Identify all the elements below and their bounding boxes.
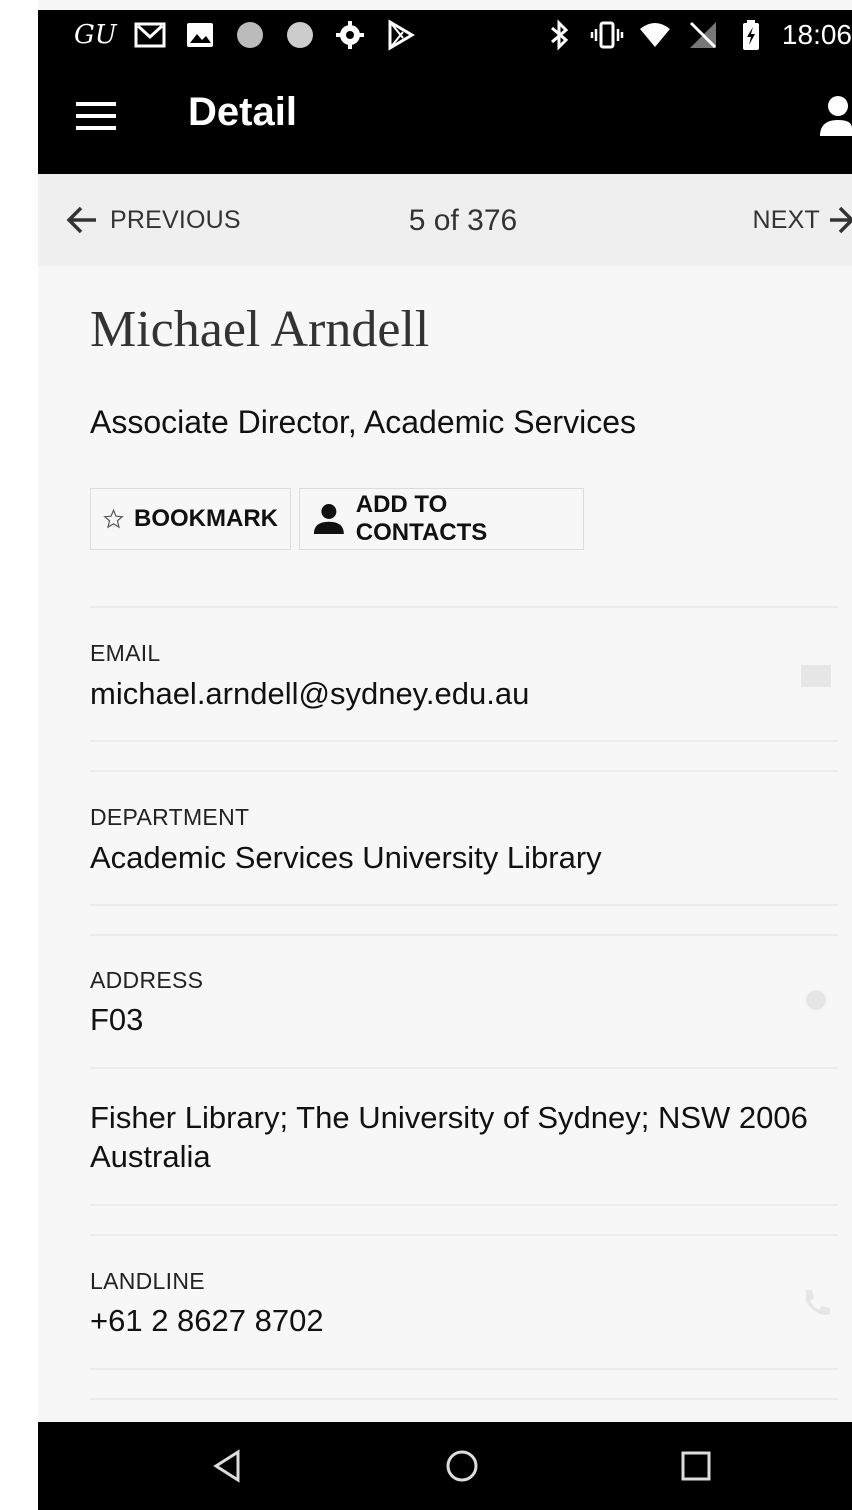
- divider: [90, 1204, 838, 1206]
- address-value[interactable]: F03: [90, 1002, 143, 1038]
- department-label: DEPARTMENT: [90, 804, 250, 830]
- status-bar-notifications: GU: [74, 18, 417, 52]
- divider: [90, 770, 838, 772]
- divider: [90, 606, 838, 608]
- phone-icon[interactable]: [798, 1286, 834, 1322]
- divider: [90, 740, 838, 742]
- battery-charging-icon: [742, 20, 759, 50]
- email-label: EMAIL: [90, 640, 161, 666]
- address-label: ADDRESS: [90, 967, 204, 993]
- play-store-icon: [388, 19, 415, 51]
- record-position: 5 of 376: [408, 204, 518, 237]
- status-time: 18:06: [781, 19, 852, 50]
- bluetooth-icon: [550, 19, 569, 51]
- arrow-right-icon: [830, 206, 852, 234]
- landline-label: LANDLINE: [90, 1268, 205, 1294]
- person-icon[interactable]: [816, 94, 852, 138]
- divider: [90, 1368, 838, 1370]
- mail-icon[interactable]: [798, 658, 834, 694]
- hamburger-menu-icon[interactable]: [74, 96, 118, 136]
- divider: [90, 934, 838, 936]
- action-buttons: BOOKMARK ADD TO CONTACTS: [90, 488, 584, 550]
- bookmark-label: BOOKMARK: [134, 505, 278, 532]
- circle-icon: [286, 22, 313, 48]
- system-navigation-bar: [38, 1422, 852, 1510]
- divider: [90, 1067, 838, 1069]
- gmail-icon: [134, 22, 166, 48]
- bookmark-button[interactable]: BOOKMARK: [90, 488, 291, 550]
- status-bar-system: 18:06: [542, 18, 852, 52]
- star-outline-icon: [103, 508, 124, 529]
- address-detail: Fisher Library; The University of Sydney…: [90, 1100, 808, 1174]
- next-button[interactable]: NEXT: [753, 202, 852, 238]
- app-bar: Detail: [38, 60, 852, 174]
- recents-icon[interactable]: [678, 1448, 714, 1484]
- image-icon: [186, 23, 213, 47]
- vibrate-icon: [590, 21, 624, 49]
- divider: [90, 1234, 838, 1236]
- divider: [90, 904, 838, 906]
- settings-icon: [335, 21, 364, 49]
- email-value[interactable]: michael.arndell@sydney.edu.au: [90, 676, 529, 712]
- back-icon[interactable]: [210, 1448, 246, 1484]
- no-sim-icon: [689, 21, 716, 49]
- app-screen: GU 18:06 Detail PREVIOUS 5 of 376 NEXT M…: [38, 0, 852, 1510]
- page-title: Detail: [188, 90, 297, 134]
- divider: [90, 1398, 838, 1400]
- department-value: Academic Services University Library: [90, 840, 602, 875]
- person-icon: [313, 504, 344, 534]
- gu-app-icon: GU: [74, 20, 117, 50]
- circle-icon: [236, 22, 263, 48]
- next-label: NEXT: [752, 205, 820, 234]
- wifi-icon: [639, 23, 670, 47]
- home-icon[interactable]: [444, 1448, 480, 1484]
- person-role: Associate Director, Academic Services: [90, 404, 636, 440]
- add-to-contacts-button[interactable]: ADD TO CONTACTS: [299, 488, 584, 550]
- status-bar: GU 18:06: [38, 10, 852, 60]
- person-name: Michael Arndell: [90, 301, 430, 358]
- map-pin-icon[interactable]: [798, 984, 834, 1020]
- record-pager: PREVIOUS 5 of 376 NEXT: [38, 174, 852, 266]
- add-to-contacts-label: ADD TO CONTACTS: [355, 491, 488, 546]
- landline-value[interactable]: +61 2 8627 8702: [90, 1303, 324, 1339]
